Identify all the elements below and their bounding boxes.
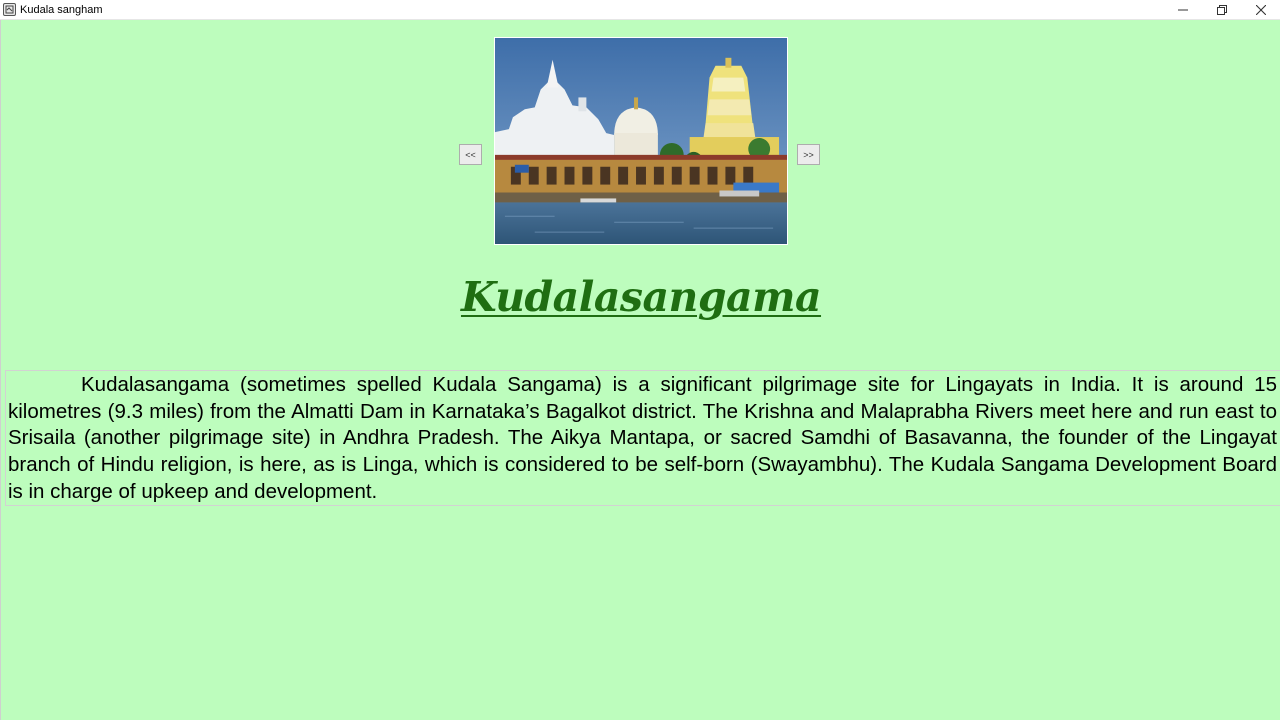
close-button[interactable] — [1241, 0, 1280, 20]
previous-image-button[interactable]: << — [459, 144, 482, 165]
description-textbox[interactable]: Kudalasangama (sometimes spelled Kudala … — [5, 370, 1280, 506]
restore-button[interactable] — [1202, 0, 1241, 20]
temple-photo — [494, 37, 788, 245]
page-title: Kudalasangama — [460, 273, 822, 321]
restore-icon — [1216, 5, 1227, 15]
window-title: Kudala sangham — [20, 3, 103, 16]
window-controls — [1163, 0, 1280, 20]
title-bar: Kudala sangham — [0, 0, 1280, 20]
minimize-icon — [1177, 9, 1188, 11]
temple-riverfront-illustration — [495, 38, 787, 244]
close-icon — [1255, 5, 1266, 15]
next-image-button[interactable]: >> — [797, 144, 820, 165]
minimize-button[interactable] — [1163, 0, 1202, 20]
main-panel: << >> Kudalasangama Kudalasangama (somet… — [0, 20, 1280, 720]
app-icon[interactable] — [3, 3, 16, 16]
